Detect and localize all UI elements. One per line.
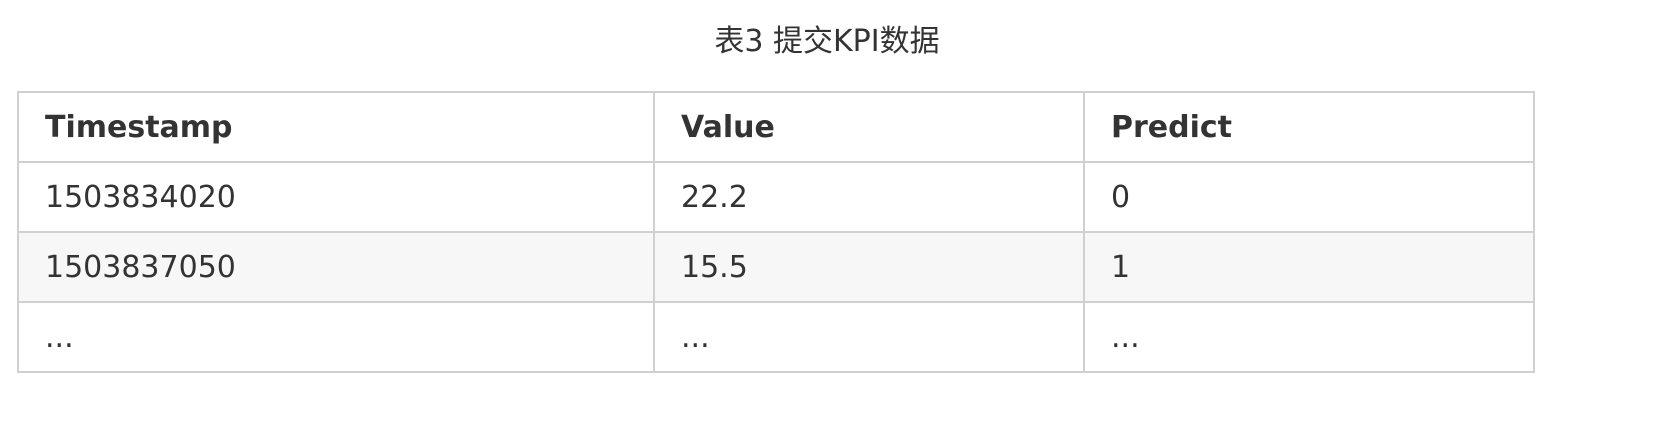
table-row: ... ... ... (17, 301, 1535, 373)
cell-timestamp: ... (17, 301, 655, 373)
column-header-timestamp: Timestamp (17, 91, 655, 163)
cell-value: 15.5 (653, 231, 1085, 303)
cell-predict: 0 (1083, 161, 1535, 233)
cell-value: 22.2 (653, 161, 1085, 233)
header-row: Timestamp Value Predict (17, 91, 1535, 163)
table-row: 1503834020 22.2 0 (17, 161, 1535, 233)
table-caption: 表3 提交KPI数据 (714, 24, 940, 59)
cell-value: ... (653, 301, 1085, 373)
kpi-table: Timestamp Value Predict 1503834020 22.2 … (17, 91, 1535, 373)
cell-predict: 1 (1083, 231, 1535, 303)
cell-timestamp: 1503834020 (17, 161, 655, 233)
cell-timestamp: 1503837050 (17, 231, 655, 303)
column-header-value: Value (653, 91, 1085, 163)
column-header-predict: Predict (1083, 91, 1535, 163)
table-row: 1503837050 15.5 1 (17, 231, 1535, 303)
cell-predict: ... (1083, 301, 1535, 373)
